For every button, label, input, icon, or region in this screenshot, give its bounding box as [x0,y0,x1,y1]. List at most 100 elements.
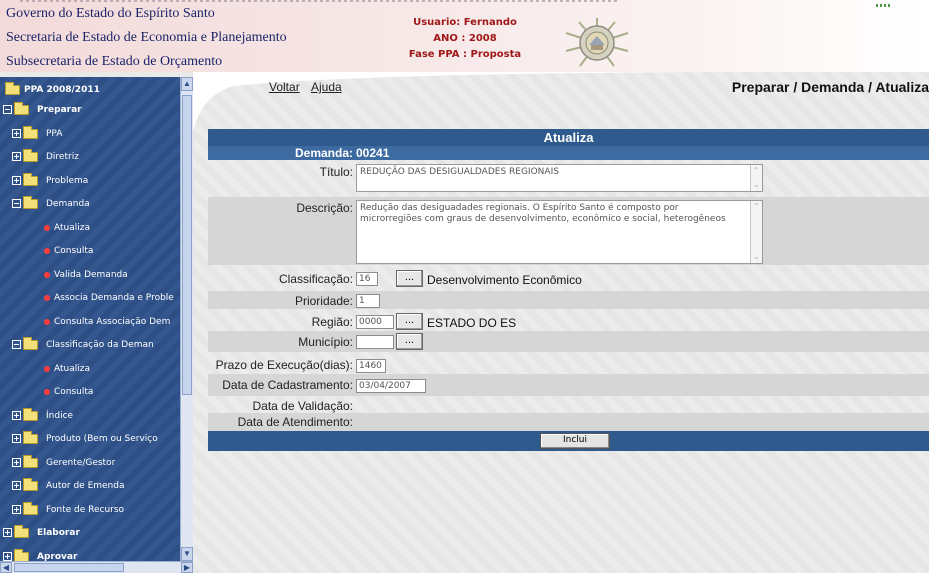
expand-icon[interactable] [12,152,21,161]
scroll-up-icon[interactable]: ▲ [181,77,193,91]
municipio-input[interactable] [356,335,394,349]
atendimento-row: Data de Atendimento: [208,413,929,431]
scroll-thumb[interactable] [182,95,192,395]
validacao-row: Data de Validação: [208,396,929,413]
descricao-textarea[interactable]: Redução das desiguadades regionais. O Es… [356,200,763,264]
ajuda-link[interactable]: Ajuda [311,80,342,94]
demanda-value: 00241 [356,146,390,160]
prazo-label: Prazo de Execução(dias): [215,358,353,372]
descricao-row: Descrição: Redução das desiguadades regi… [208,197,929,265]
sidebar-item-associa-demanda-e-proble[interactable]: Associa Demanda e Proble [0,288,180,308]
sidebar-item-label: Autor de Emenda [46,481,125,491]
inclui-button[interactable]: Inclui [540,433,610,449]
user-name: Usuario: Fernando [413,17,517,28]
validacao-label: Data de Validação: [252,399,353,413]
descricao-value: Redução das desiguadades regionais. O Es… [360,203,726,224]
expand-icon[interactable] [12,457,21,467]
sidebar-item-label: Fonte de Recurso [46,504,125,515]
scroll-right-icon[interactable]: ▶ [181,562,193,573]
classificacao-lookup-button[interactable]: ... [396,270,423,287]
titulo-textarea[interactable]: REDUÇÃO DAS DESIGUALDADES REGIONAIS [356,164,763,192]
expand-icon[interactable] [12,175,21,185]
sidebar-item-label: Consulta [54,387,94,397]
expand-icon[interactable] [12,434,21,443]
sidebar-item-valida-demanda[interactable]: Valida Demanda [0,265,180,285]
expand-icon[interactable] [3,528,12,537]
tree-root-label: PPA 2008/2011 [24,85,100,95]
regiao-desc: ESTADO DO ES [427,316,517,330]
folder-open-icon [14,102,29,115]
sidebar-item-ppa[interactable]: PPA [0,124,180,144]
sidebar-item-label: Aprovar [37,551,78,562]
expand-icon[interactable] [12,128,21,138]
sidebar-item-gerente-gestor[interactable]: Gerente/Gestor [0,453,180,473]
form-title: Atualiza [208,129,929,146]
sidebar-item-label: Demanda [46,199,90,209]
regiao-code-input[interactable]: 0000 [356,315,394,329]
scroll-left-icon[interactable]: ◀ [0,562,12,573]
sidebar-item-autor-de-emenda[interactable]: Autor de Emenda [0,476,180,496]
municipio-row: Município: ... [208,331,929,352]
folder-icon [23,407,38,421]
org-line-subsecretariat: Subsecretaria de Estado de Orçamento [6,54,223,69]
scroll-down-icon[interactable]: ▼ [181,547,193,561]
folder-icon [23,478,38,491]
prazo-row: Prazo de Execução(dias): 1460 [208,352,929,374]
folder-icon [14,525,29,538]
prazo-input[interactable]: 1460 [356,359,386,373]
sidebar-item-atualiza[interactable]: Atualiza [0,359,180,379]
prioridade-input[interactable]: 1 [356,294,380,308]
sidebar-item-elaborar[interactable]: Elaborar [0,523,180,543]
municipio-lookup-button[interactable]: ... [396,333,423,350]
bullet-icon [44,271,50,278]
voltar-link[interactable]: Voltar [269,80,300,94]
expand-icon[interactable] [12,481,21,490]
tree-root-ppa-2008-2011[interactable]: PPA 2008/2011 [0,80,180,100]
folder-icon [23,431,38,444]
app-header: Governo do Estado do Espírito Santo Secr… [0,0,929,72]
tree-view: PPA 2008/2011 Preparar PPA Diretriz Problem… [0,77,180,561]
expand-icon[interactable] [3,551,12,561]
sidebar-item-problema[interactable]: Problema [0,171,180,191]
sidebar-item-atualiza[interactable]: Atualiza [0,218,180,238]
form-footer-bar: Inclui [208,431,929,451]
titulo-row: Título: REDUÇÃO DAS DESIGUALDADES REGION… [208,160,929,197]
sidebar-item-diretriz[interactable]: Diretriz [0,147,180,167]
sidebar-item-consulta-associacao-dem[interactable]: Consulta Associação Dem [0,312,180,332]
sidebar-item-consulta[interactable]: Consulta [0,241,180,261]
bullet-icon [44,318,50,325]
folder-icon [14,548,29,561]
expand-icon[interactable] [12,504,21,514]
header-artifact-right [876,4,890,7]
textarea-scrollbar[interactable] [750,201,762,263]
hscroll-thumb[interactable] [14,563,124,572]
collapse-icon[interactable] [3,105,12,114]
sidebar-item-aprovar[interactable]: Aprovar [0,547,180,562]
sidebar-item-label: PPA [46,128,63,139]
folder-icon [23,125,38,139]
atendimento-label: Data de Atendimento: [237,415,353,429]
collapse-icon[interactable] [12,199,21,208]
sidebar-item-label: Atualiza [54,222,90,233]
folder-icon [23,149,38,162]
municipio-label: Município: [298,335,353,349]
sidebar-item-consulta[interactable]: Consulta [0,382,180,402]
sidebar-item-demanda[interactable]: Demanda [0,194,180,214]
regiao-lookup-button[interactable]: ... [396,313,423,330]
sidebar-vertical-scrollbar[interactable]: ▲ ▼ [180,77,193,561]
classificacao-label: Classificação: [278,272,353,286]
sidebar-horizontal-scrollbar[interactable]: ◀ ▶ [0,561,193,573]
classificacao-code-input[interactable]: 16 [356,272,378,286]
bullet-icon [44,248,50,254]
sidebar-item-classificacao-da-deman[interactable]: Classificação da Deman [0,335,180,355]
sidebar-item-produto-bem-ou-servico[interactable]: Produto (Bem ou Serviço [0,429,180,449]
sidebar-item-fonte-de-recurso[interactable]: Fonte de Recurso [0,500,180,520]
cadastramento-input[interactable]: 03/04/2007 [356,379,426,393]
sidebar-item-label: Preparar [37,105,82,115]
textarea-scrollbar[interactable] [750,165,762,191]
collapse-icon[interactable] [12,340,21,349]
sidebar-item-preparar[interactable]: Preparar [0,100,180,120]
expand-icon[interactable] [12,410,21,420]
sidebar-item-indice[interactable]: Índice [0,406,180,426]
sidebar-item-label: Consulta Associação Dem [54,316,171,327]
